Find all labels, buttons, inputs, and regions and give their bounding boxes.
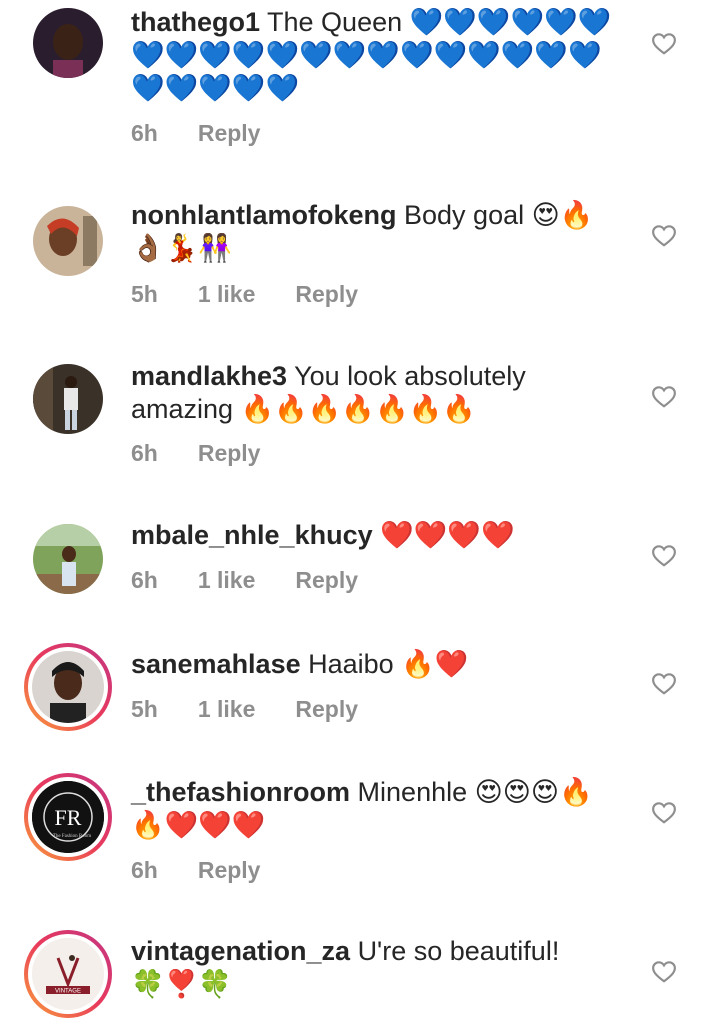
like-heart-icon[interactable] [651,223,677,247]
comment-meta: 6h 1 like Reply [131,567,358,594]
reply-button[interactable]: Reply [198,120,261,147]
comment-body: U're so beautiful! [357,936,560,966]
username[interactable]: _thefashionroom [131,777,350,807]
reply-button[interactable]: Reply [198,857,261,884]
like-count[interactable]: 1 like [198,567,256,594]
comment-meta: 5h 1 like Reply [131,281,358,308]
comment-text: vintagenation_za U're so beautiful! 🍀❣️🍀 [131,935,621,1001]
comment-meta: 6h Reply [131,440,260,467]
comment-text: nonhlantlamofokeng Body goal 😍🔥👌🏾💃👭 [131,199,621,265]
timestamp: 6h [131,567,158,593]
username[interactable]: nonhlantlamofokeng [131,200,397,230]
like-heart-icon[interactable] [651,671,677,695]
svg-text:The Fashion Room: The Fashion Room [53,834,91,839]
timestamp: 6h [131,440,158,466]
comment-text: sanemahlase Haaibo 🔥❤️ [131,648,621,681]
like-heart-icon[interactable] [651,800,677,824]
svg-text:VINTAGE: VINTAGE [55,989,81,995]
timestamp: 5h [131,281,158,307]
like-count[interactable]: 1 like [198,281,256,308]
username[interactable]: sanemahlase [131,649,301,679]
comment-text: mbale_nhle_khucy ❤️❤️❤️❤️ [131,519,621,552]
avatar[interactable] [33,524,103,594]
avatar-story-ring[interactable]: FR The Fashion Room [24,773,112,861]
avatar-story-ring[interactable] [24,643,112,731]
avatar[interactable] [33,206,103,276]
reply-button[interactable]: Reply [295,281,358,308]
reply-button[interactable]: Reply [295,696,358,723]
username[interactable]: mbale_nhle_khucy [131,520,373,550]
username[interactable]: vintagenation_za [131,936,350,966]
username[interactable]: thathego1 [131,7,260,37]
like-heart-icon[interactable] [651,959,677,983]
avatar-story-ring[interactable]: VINTAGE [24,930,112,1018]
avatar[interactable] [33,364,103,434]
comment-meta: 6h Reply [131,857,260,884]
comment-emojis: 🍀❣️🍀 [131,969,232,1000]
comment-body: Body goal [404,200,525,230]
comment-body: Haaibo [308,649,394,679]
comment-body: The Queen [267,7,403,37]
timestamp: 6h [131,857,158,883]
like-heart-icon[interactable] [651,384,677,408]
comment-emojis: 🔥❤️ [401,649,469,680]
like-count[interactable]: 1 like [198,696,256,723]
fashion-room-logo: FR The Fashion Room [32,781,104,853]
like-heart-icon[interactable] [651,31,677,55]
comment-text: mandlakhe3 You look absolutely amazing 🔥… [131,360,621,426]
reply-button[interactable]: Reply [295,567,358,594]
comment-body: Minenhle [357,777,468,807]
comment-meta: 5h 1 like Reply [131,696,358,723]
username[interactable]: mandlakhe3 [131,361,287,391]
comment-text: _thefashionroom Minenhle 😍😍😍🔥🔥❤️❤️❤️ [131,776,621,842]
like-heart-icon[interactable] [651,543,677,567]
avatar[interactable] [33,8,103,78]
comment-text: thathego1 The Queen 💙💙💙💙💙💙💙💙💙💙💙💙💙💙💙💙💙💙💙💙… [131,6,621,105]
timestamp: 5h [131,696,158,722]
comment-meta: 6h Reply [131,120,260,147]
svg-text:FR: FR [55,805,82,830]
comment-emojis: ❤️❤️❤️❤️ [380,520,515,551]
vintage-nation-logo: VINTAGE [32,938,104,1010]
reply-button[interactable]: Reply [198,440,261,467]
timestamp: 6h [131,120,158,146]
comment-emojis: 🔥🔥🔥🔥🔥🔥🔥 [240,394,476,425]
